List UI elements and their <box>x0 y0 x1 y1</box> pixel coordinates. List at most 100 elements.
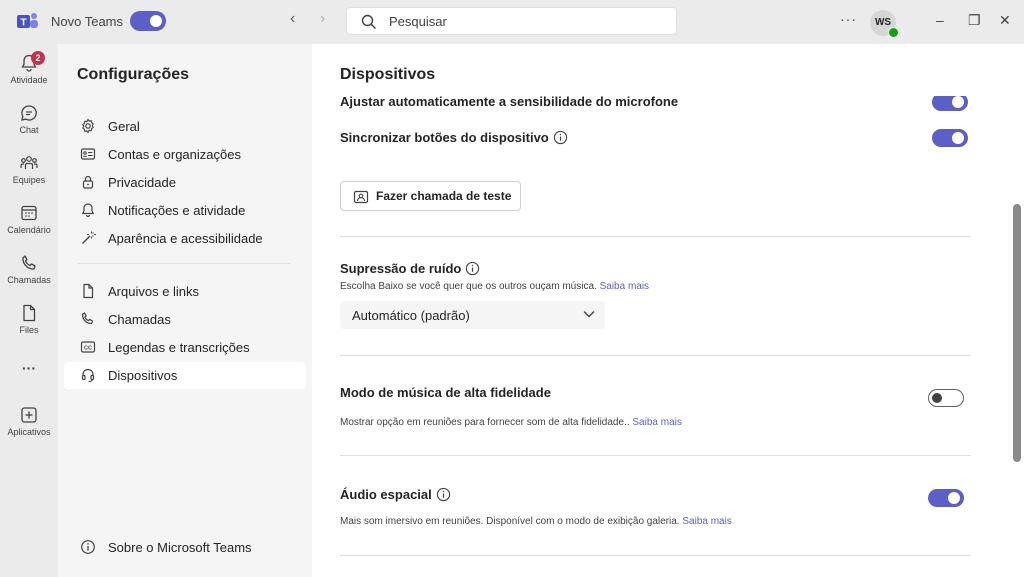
new-teams-toggle[interactable] <box>130 11 166 31</box>
rail-item-activity[interactable]: 2 Atividade <box>0 51 58 85</box>
more-options-icon[interactable]: ··· <box>840 11 857 27</box>
learn-more-link[interactable]: Saiba mais <box>682 516 731 527</box>
sync-buttons-toggle[interactable] <box>932 129 968 147</box>
hifi-desc-text: Mostrar opção em reuniões para fornecer … <box>340 417 630 428</box>
hifi-music-toggle[interactable] <box>928 389 964 407</box>
dropdown-selected-value: Automático (padrão) <box>352 308 470 323</box>
learn-more-link[interactable]: Saiba mais <box>632 417 681 428</box>
rail-item-calendar[interactable]: Calendário <box>0 203 58 235</box>
noise-suppression-label: Supressão de ruído <box>340 261 480 276</box>
settings-item-label: Dispositivos <box>108 368 178 383</box>
test-call-button[interactable]: Fazer chamada de teste <box>340 181 521 211</box>
settings-item-calls[interactable]: Chamadas <box>64 306 306 333</box>
rail-label: Files <box>19 325 39 335</box>
page-title-text: Dispositivos <box>340 66 436 83</box>
spatial-desc-text: Mais som imersivo em reuniões. Disponíve… <box>340 516 680 527</box>
settings-item-captions[interactable]: CC Legendas e transcrições <box>64 334 306 361</box>
settings-item-devices[interactable]: Dispositivos <box>64 362 306 389</box>
settings-item-files-links[interactable]: Arquivos e links <box>64 278 306 305</box>
search-placeholder: Pesquisar <box>389 14 447 29</box>
section-divider <box>340 355 971 356</box>
rail-item-apps[interactable]: Aplicativos <box>0 405 58 437</box>
settings-item-about[interactable]: Sobre o Microsoft Teams <box>64 534 306 561</box>
devices-settings-panel: Ajustar automaticamente a sensibilidade … <box>312 44 1024 577</box>
settings-title: Configurações <box>77 66 190 83</box>
title-bar: T Novo Teams ‹ › Pesquisar ··· WS – ❐ ✕ <box>0 0 1024 44</box>
settings-item-label: Legendas e transcrições <box>108 340 250 355</box>
hifi-music-desc: Mostrar opção em reuniões para fornecer … <box>340 417 682 428</box>
forward-arrow-icon[interactable]: › <box>320 10 325 28</box>
id-card-icon <box>80 148 96 160</box>
rail-label: Calendário <box>7 225 51 235</box>
teams-logo-icon: T <box>17 13 38 29</box>
calendar-icon <box>21 205 37 221</box>
scrollbar-thumb[interactable] <box>1013 204 1021 462</box>
noise-desc-text: Escolha Baixo se você quer que os outros… <box>340 281 597 292</box>
rail-label: Chat <box>19 125 39 135</box>
avatar[interactable]: WS <box>870 10 899 38</box>
restore-icon[interactable]: ❐ <box>968 12 981 29</box>
section-divider <box>340 236 971 237</box>
phone-icon <box>22 255 36 270</box>
phone-icon <box>81 312 94 325</box>
spatial-audio-toggle[interactable] <box>928 489 964 507</box>
test-call-label: Fazer chamada de teste <box>376 189 512 203</box>
search-icon <box>361 14 376 29</box>
settings-item-label: Privacidade <box>108 175 176 190</box>
learn-more-link[interactable]: Saiba mais <box>600 281 649 292</box>
info-icon[interactable] <box>436 487 451 502</box>
info-icon[interactable] <box>465 261 480 276</box>
settings-nav: Configurações Geral Contas e organizaçõe… <box>58 44 312 577</box>
settings-item-label: Chamadas <box>108 312 171 327</box>
app-name: Novo Teams <box>51 14 124 29</box>
spatial-audio-text: Áudio espacial <box>340 487 432 502</box>
auto-mic-label: Ajustar automaticamente a sensibilidade … <box>340 94 679 109</box>
rail-item-teams[interactable]: Equipes <box>0 153 58 185</box>
back-arrow-icon[interactable]: ‹ <box>290 10 295 28</box>
info-icon[interactable] <box>553 130 568 145</box>
settings-item-label: Geral <box>108 119 140 134</box>
settings-item-label: Contas e organizações <box>108 147 241 162</box>
chat-icon <box>21 105 37 121</box>
rail-item-files[interactable]: Files <box>0 303 58 335</box>
svg-text:T: T <box>20 18 26 29</box>
minimize-icon[interactable]: – <box>936 12 944 28</box>
page-title: Dispositivos <box>340 66 990 96</box>
app-rail: 2 Atividade Chat Equipes Calendário Cham… <box>0 44 58 577</box>
closed-captions-icon: CC <box>80 341 96 353</box>
settings-item-label: Arquivos e links <box>108 284 200 299</box>
section-divider <box>340 455 971 456</box>
headset-icon <box>81 368 95 383</box>
magic-wand-icon <box>82 231 96 244</box>
section-divider <box>340 555 971 556</box>
rail-label: Atividade <box>10 75 48 85</box>
noise-suppression-text: Supressão de ruído <box>340 261 462 276</box>
hifi-music-label: Modo de música de alta fidelidade <box>340 385 551 400</box>
close-icon[interactable]: ✕ <box>999 12 1011 29</box>
lock-icon <box>82 175 94 189</box>
settings-item-general[interactable]: Geral <box>64 113 306 140</box>
test-call-icon <box>353 190 369 204</box>
rail-item-calls[interactable]: Chamadas <box>0 253 58 285</box>
activity-badge: 2 <box>31 51 45 65</box>
search-input[interactable]: Pesquisar <box>346 7 677 35</box>
rail-label: Aplicativos <box>7 427 51 437</box>
settings-item-privacy[interactable]: Privacidade <box>64 169 306 196</box>
settings-item-appearance[interactable]: Aparência e acessibilidade <box>64 225 306 252</box>
svg-text:CC: CC <box>84 345 92 351</box>
noise-suppression-dropdown[interactable]: Automático (padrão) <box>340 301 605 329</box>
noise-suppression-desc: Escolha Baixo se você quer que os outros… <box>340 281 649 292</box>
add-apps-icon <box>21 407 37 423</box>
settings-nav-divider <box>78 263 290 264</box>
settings-item-label: Sobre o Microsoft Teams <box>108 540 252 555</box>
settings-item-label: Aparência e acessibilidade <box>108 231 263 246</box>
teams-icon <box>20 156 38 169</box>
rail-item-chat[interactable]: Chat <box>0 103 58 135</box>
file-icon <box>23 304 36 322</box>
avatar-initials: WS <box>874 17 892 28</box>
settings-item-notifications[interactable]: Notificações e atividade <box>64 197 306 224</box>
settings-item-accounts[interactable]: Contas e organizações <box>64 141 306 168</box>
presence-available-icon <box>888 27 899 38</box>
file-icon <box>83 283 94 299</box>
rail-more-apps-icon[interactable]: ··· <box>0 360 58 376</box>
